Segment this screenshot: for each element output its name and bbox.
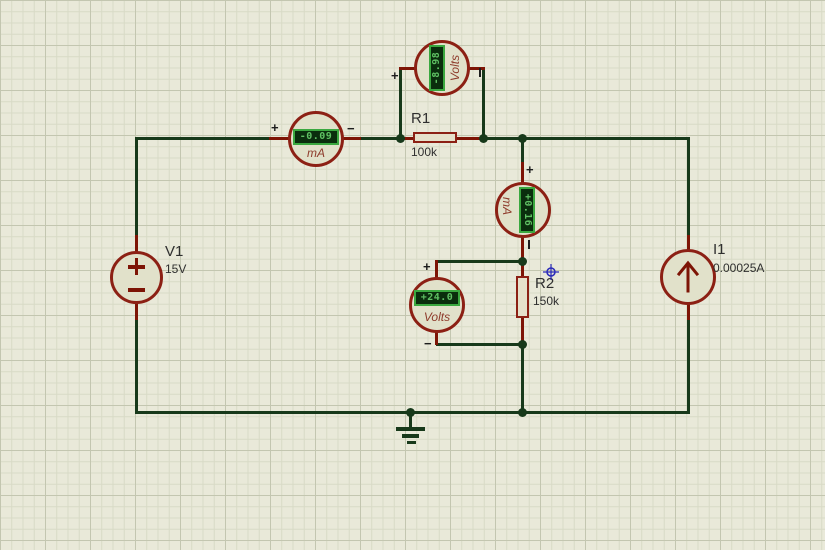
minus-mark: −	[347, 124, 355, 134]
voltmeter-top-readout: -8.98	[429, 45, 445, 91]
i1-value-label: 0.00025A	[713, 261, 764, 275]
junction-dot	[479, 134, 488, 143]
wire-voltmeter-top-right-lead[interactable]	[482, 67, 485, 139]
schematic-canvas[interactable]: -8.98 Volts + -0.09 mA + − R1 100k +0.16…	[0, 0, 825, 550]
wire-voltmeter-mid-bottom-lead[interactable]	[436, 343, 524, 346]
junction-dot	[518, 134, 527, 143]
ammeter-top-readout: -0.09	[293, 129, 339, 145]
plus-mark: +	[391, 71, 399, 81]
origin-marker-icon	[543, 264, 559, 280]
pin-ammeter-top-right	[343, 137, 361, 140]
junction-dot	[518, 340, 527, 349]
ground-bar-2	[402, 434, 419, 438]
pin-ammeter-mid-top	[521, 162, 524, 184]
ammeter-mid-unit-label: mA	[500, 183, 514, 229]
junction-dot	[396, 134, 405, 143]
v1-ref-label: V1	[165, 243, 183, 260]
plus-icon	[135, 258, 139, 275]
minus-mark: −	[424, 339, 432, 349]
pin-voltmeter-top-right	[468, 67, 485, 70]
v1-value-label: 15V	[165, 262, 186, 276]
junction-dot	[518, 257, 527, 266]
voltmeter-top-unit-label: Volts	[448, 45, 462, 91]
minus-mark	[528, 240, 530, 249]
voltmeter-mid-readout: +24.0	[414, 290, 460, 306]
current-arrow-icon	[676, 259, 700, 295]
wire-top-right[interactable]	[483, 137, 690, 140]
pin-voltmeter-mid-bottom	[435, 331, 438, 345]
pin-ammeter-top-left	[269, 137, 289, 140]
plus-mark: +	[526, 165, 534, 175]
r1-value-label: 100k	[411, 145, 437, 159]
resistor-r2-body[interactable]	[516, 276, 529, 318]
ammeter-mid-readout: +0.16	[519, 187, 535, 233]
ground-bar-1	[396, 427, 425, 431]
wire-voltmeter-mid-top-lead[interactable]	[436, 260, 524, 263]
junction-dot	[518, 408, 527, 417]
wire-r2-to-bottom[interactable]	[521, 344, 524, 413]
minus-mark	[479, 68, 481, 77]
plus-mark: +	[423, 262, 431, 272]
voltmeter-mid-unit-label: Volts	[414, 310, 460, 324]
resistor-r1-body[interactable]	[413, 132, 457, 143]
wire-voltmeter-top-left-lead[interactable]	[399, 67, 402, 139]
r2-value-label: 150k	[533, 294, 559, 308]
ground-bar-3	[407, 441, 416, 444]
i1-ref-label: I1	[713, 241, 726, 258]
minus-icon	[128, 288, 145, 292]
ground-symbol[interactable]	[409, 413, 412, 428]
r1-ref-label: R1	[411, 110, 430, 127]
ammeter-top-unit-label: mA	[293, 146, 339, 160]
plus-mark: +	[271, 123, 279, 133]
